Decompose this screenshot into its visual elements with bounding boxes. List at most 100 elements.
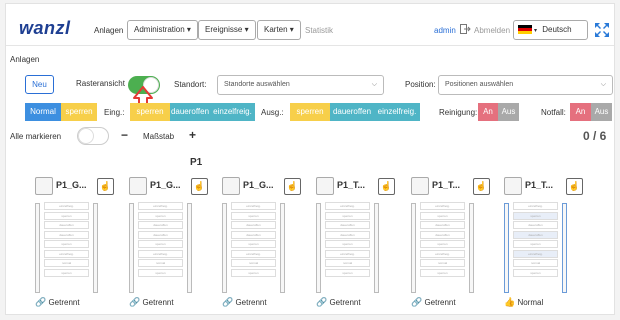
hand-pointer-icon[interactable]: ☝ (378, 178, 395, 195)
gate-diagram[interactable]: einzelfreig. sperren daueroffen daueroffen s… (504, 199, 568, 295)
device-name[interactable]: P1_G... (56, 180, 87, 190)
new-button[interactable]: Neu (25, 75, 54, 94)
wanzl-logo[interactable]: wanzl (19, 18, 71, 39)
select-all-toggle[interactable] (77, 127, 109, 145)
lane-cells: einzelfreig. sperren daueroffen daueroffen s… (138, 202, 183, 278)
mode-lock-button[interactable]: sperren (61, 103, 97, 121)
lane-cell: daueroffen (231, 221, 276, 229)
device-checkbox[interactable] (129, 177, 147, 195)
device-checkbox[interactable] (316, 177, 334, 195)
disconnected-icon: 🔗 (316, 297, 328, 307)
nav-karten-dropdown[interactable]: Karten ▾ (257, 20, 301, 40)
device-status-label: Normal (517, 298, 544, 307)
hand-pointer-icon[interactable]: ☝ (284, 178, 301, 195)
logout-link[interactable]: Abmelden (474, 26, 510, 35)
device-card[interactable]: P1_G... ☝ einzelfreig. sperren daueroffen d… (222, 177, 306, 309)
device-name[interactable]: P1_G... (150, 180, 181, 190)
language-select[interactable]: ▾ Deutsch (513, 20, 588, 40)
cleaning-label: Reinigung: (439, 108, 478, 117)
fullscreen-icon[interactable] (594, 22, 610, 38)
gate-diagram[interactable]: einzelfreig. sperren daueroffen daueroffen s… (35, 199, 99, 295)
lane-cell: einzelfreig. (44, 249, 89, 258)
lane-cell: sperren (231, 268, 276, 277)
lane-cell: einzelfreig. (513, 249, 558, 258)
exit-open-button[interactable]: daueroffen (330, 103, 374, 121)
lane-cell: sperren (138, 240, 183, 248)
device-status: 🔗 Getrennt (316, 297, 361, 308)
device-name[interactable]: P1_T... (337, 180, 365, 190)
lane-cell: daueroffen (325, 221, 370, 229)
lane-cell: daueroffen (231, 230, 276, 239)
device-card[interactable]: P1_G... ☝ einzelfreig. sperren daueroffen d… (35, 177, 119, 309)
hand-pointer-icon[interactable]: ☝ (97, 178, 114, 195)
app-page: wanzl Anlagen Administration ▾ Ereigniss… (5, 3, 615, 315)
user-name[interactable]: admin (434, 26, 456, 35)
exit-lock-button[interactable]: sperren (290, 103, 330, 121)
lane-cell: sperren (44, 211, 89, 220)
select-all-label: Alle markieren (10, 132, 62, 141)
entry-single-button[interactable]: einzelfreig. (210, 103, 255, 121)
nav-statistik[interactable]: Statistik (305, 26, 333, 35)
device-name[interactable]: P1_T... (432, 180, 460, 190)
lane-cell: sperren (513, 211, 558, 220)
lane-cell: einzelfreig. (138, 202, 183, 210)
emergency-off-button[interactable]: Aus (591, 103, 612, 121)
location-select[interactable]: Standorte auswählen ⌵ (217, 75, 384, 95)
hand-pointer-icon[interactable]: ☝ (473, 178, 490, 195)
lane-cell: daueroffen (44, 221, 89, 229)
device-checkbox[interactable] (411, 177, 429, 195)
disconnected-icon: 🔗 (35, 297, 47, 307)
right-rail (374, 203, 379, 293)
nav-anlagen[interactable]: Anlagen (94, 26, 123, 35)
lane-cell: sperren (325, 211, 370, 220)
emergency-on-button[interactable]: An (570, 103, 591, 121)
lane-cell: sperren (138, 268, 183, 277)
lane-cell: daueroffen (325, 230, 370, 239)
entry-lock-button[interactable]: sperren (130, 103, 170, 121)
device-card[interactable]: P1_T... ☝ einzelfreig. sperren daueroffen d… (504, 177, 588, 309)
lane-cell: daueroffen (513, 221, 558, 229)
device-status-label: Getrennt (48, 298, 80, 307)
gate-diagram[interactable]: einzelfreig. sperren daueroffen daueroffen s… (129, 199, 193, 295)
gate-diagram[interactable]: einzelfreig. sperren daueroffen daueroffen s… (411, 199, 475, 295)
entry-open-button[interactable]: daueroffen (170, 103, 210, 121)
device-checkbox[interactable] (504, 177, 522, 195)
position-select[interactable]: Positionen auswählen ⌵ (438, 75, 613, 95)
zoom-out-button[interactable]: − (121, 128, 128, 142)
lane-cell: daueroffen (138, 221, 183, 229)
device-card[interactable]: P1_G... ☝ einzelfreig. sperren daueroffen d… (129, 177, 213, 309)
gate-diagram[interactable]: einzelfreig. sperren daueroffen daueroffen s… (222, 199, 286, 295)
lane-cell: sperren (420, 268, 465, 277)
left-rail (504, 203, 509, 293)
device-status: 🔗 Getrennt (222, 297, 267, 308)
scale-label: Maßstab (143, 132, 175, 141)
cleaning-off-button[interactable]: Aus (498, 103, 519, 121)
device-card[interactable]: P1_T... ☝ einzelfreig. sperren daueroffen d… (316, 177, 400, 309)
lane-cell: normal (138, 259, 183, 267)
device-name[interactable]: P1_G... (243, 180, 274, 190)
gate-diagram[interactable]: einzelfreig. sperren daueroffen daueroffen s… (316, 199, 380, 295)
lane-cell: daueroffen (420, 221, 465, 229)
hand-pointer-icon[interactable]: ☝ (566, 178, 583, 195)
thumbs-up-icon: 👍 (504, 297, 516, 307)
device-status-label: Getrennt (142, 298, 174, 307)
device-checkbox[interactable] (222, 177, 240, 195)
lane-cell: sperren (44, 240, 89, 248)
disconnected-icon: 🔗 (411, 297, 423, 307)
device-card[interactable]: P1_T... ☝ einzelfreig. sperren daueroffen d… (411, 177, 495, 309)
hand-pointer-icon[interactable]: ☝ (191, 178, 208, 195)
zoom-in-button[interactable]: + (189, 128, 196, 142)
cleaning-on-button[interactable]: An (478, 103, 498, 121)
lane-cell: einzelfreig. (138, 249, 183, 258)
nav-ereignisse-dropdown[interactable]: Ereignisse ▾ (198, 20, 256, 40)
lane-cell: einzelfreig. (420, 202, 465, 210)
exit-label: Ausg.: (261, 108, 284, 117)
lane-cell: sperren (420, 240, 465, 248)
device-name[interactable]: P1_T... (525, 180, 553, 190)
nav-administration-dropdown[interactable]: Administration ▾ (127, 20, 198, 40)
logout-icon[interactable] (460, 24, 471, 34)
mode-normal-button[interactable]: Normal (25, 103, 61, 121)
exit-single-button[interactable]: einzelfreig. (374, 103, 420, 121)
language-label: Deutsch (542, 25, 572, 34)
device-checkbox[interactable] (35, 177, 53, 195)
